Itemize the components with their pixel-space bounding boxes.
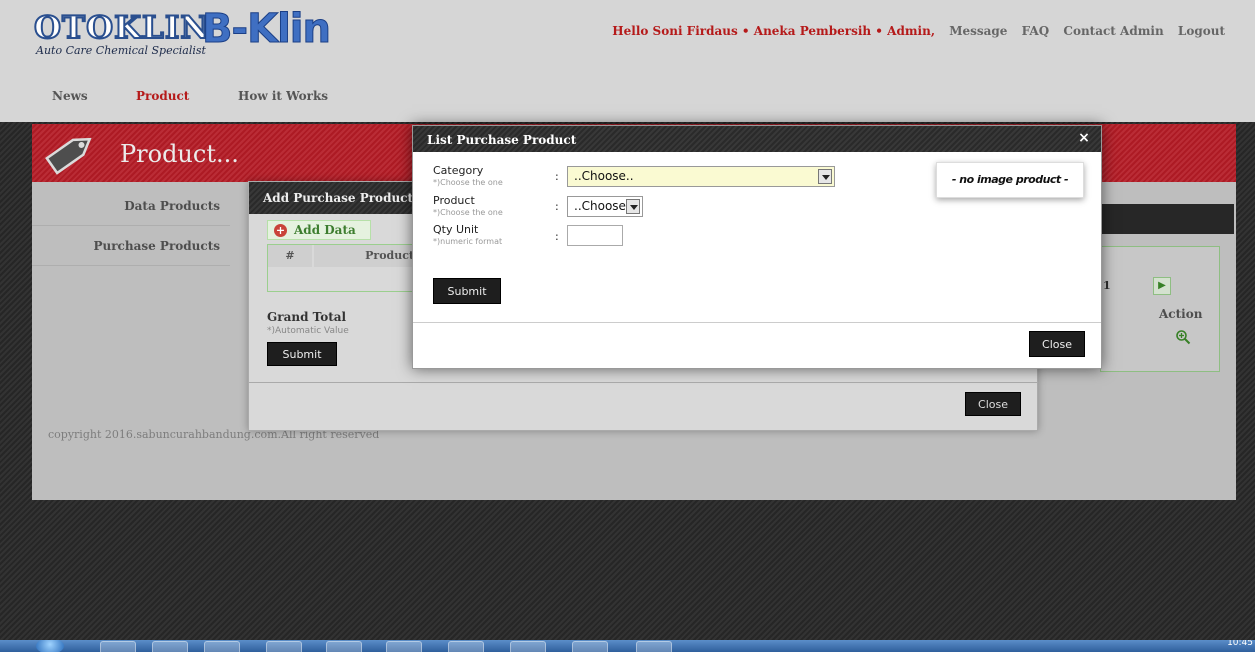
add-purchase-submit-button[interactable]: Submit [267, 342, 337, 366]
opera-icon[interactable] [326, 641, 362, 652]
top-links: Hello Soni Firdaus • Aneka Pembersih • A… [612, 24, 1225, 38]
logout-link[interactable]: Logout [1178, 24, 1225, 38]
message-link[interactable]: Message [949, 24, 1007, 38]
add-purchase-dialog-title: Add Purchase Product [263, 191, 414, 205]
taskbar-clock: 10:45 [1227, 640, 1253, 648]
qty-unit-colon: : [555, 230, 559, 243]
add-data-button[interactable]: + Add Data [267, 220, 371, 240]
explorer-icon[interactable] [100, 641, 136, 652]
main-nav: News Product How it Works [34, 78, 1236, 114]
list-purchase-close-button[interactable]: Close [1029, 331, 1085, 357]
product-select-value: ..Choose.. [574, 199, 634, 213]
nav-item-news[interactable]: News [34, 78, 106, 114]
category-colon: : [555, 170, 559, 183]
list-purchase-submit-button[interactable]: Submit [433, 278, 501, 304]
firefox-icon[interactable] [204, 641, 240, 652]
category-hint: *)Choose the one [433, 178, 503, 187]
logo-otoklin-text: OTOKLIN [33, 9, 210, 47]
add-icon: + [274, 224, 287, 237]
list-purchase-dialog-title: List Purchase Product [427, 133, 577, 147]
logo-bklin-text: B-Klin [202, 6, 332, 53]
add-data-label: Add Data [294, 223, 356, 237]
faq-link[interactable]: FAQ [1022, 24, 1050, 38]
qty-unit-hint: *)numeric format [433, 237, 503, 246]
paint-icon[interactable] [572, 641, 608, 652]
chrome-icon[interactable] [266, 641, 302, 652]
purchase-table: # Product [267, 244, 418, 292]
site-header: OTOKLIN Auto Care Chemical Specialist B-… [0, 0, 1255, 122]
notepad-icon[interactable] [510, 641, 546, 652]
logo-tagline: Auto Care Chemical Specialist [36, 44, 206, 57]
product-colon: : [555, 200, 559, 213]
excel-icon[interactable] [448, 641, 484, 652]
divider [249, 382, 1037, 383]
grand-total-label: Grand Total [267, 310, 347, 324]
divider [413, 322, 1101, 323]
category-label: Category [433, 164, 484, 177]
category-select-value: ..Choose.. [574, 169, 634, 183]
close-icon[interactable]: × [1077, 131, 1091, 145]
table-header-number: # [268, 245, 312, 267]
no-image-placeholder: - no image product - [936, 162, 1084, 198]
table-header-product: Product [314, 245, 418, 267]
add-purchase-close-button[interactable]: Close [965, 392, 1021, 416]
windows-taskbar: 10:45 [0, 640, 1255, 652]
filezilla-icon[interactable] [386, 641, 422, 652]
product-label: Product [433, 194, 475, 207]
user-greeting: Hello Soni Firdaus • Aneka Pembersih • A… [612, 24, 935, 38]
site-logo[interactable]: OTOKLIN Auto Care Chemical Specialist B-… [33, 6, 354, 66]
qty-unit-label: Qty Unit [433, 223, 479, 236]
nav-item-product[interactable]: Product [118, 78, 207, 114]
list-purchase-dialog-titlebar: List Purchase Product × [413, 126, 1101, 152]
start-orb-icon[interactable] [36, 640, 64, 652]
product-hint: *)Choose the one [433, 208, 503, 217]
word-icon[interactable] [636, 641, 672, 652]
chevron-down-icon[interactable] [818, 169, 832, 184]
contact-admin-link[interactable]: Contact Admin [1063, 24, 1163, 38]
category-select[interactable]: ..Choose.. [567, 166, 835, 187]
nav-item-how-it-works[interactable]: How it Works [220, 78, 346, 114]
grand-total-hint: *)Automatic Value [267, 326, 349, 336]
list-purchase-dialog: List Purchase Product × Category *)Choos… [412, 125, 1102, 369]
product-select[interactable]: ..Choose.. [567, 196, 643, 217]
chevron-down-icon[interactable] [626, 199, 640, 214]
media-icon[interactable] [152, 641, 188, 652]
qty-unit-input[interactable] [567, 225, 623, 246]
